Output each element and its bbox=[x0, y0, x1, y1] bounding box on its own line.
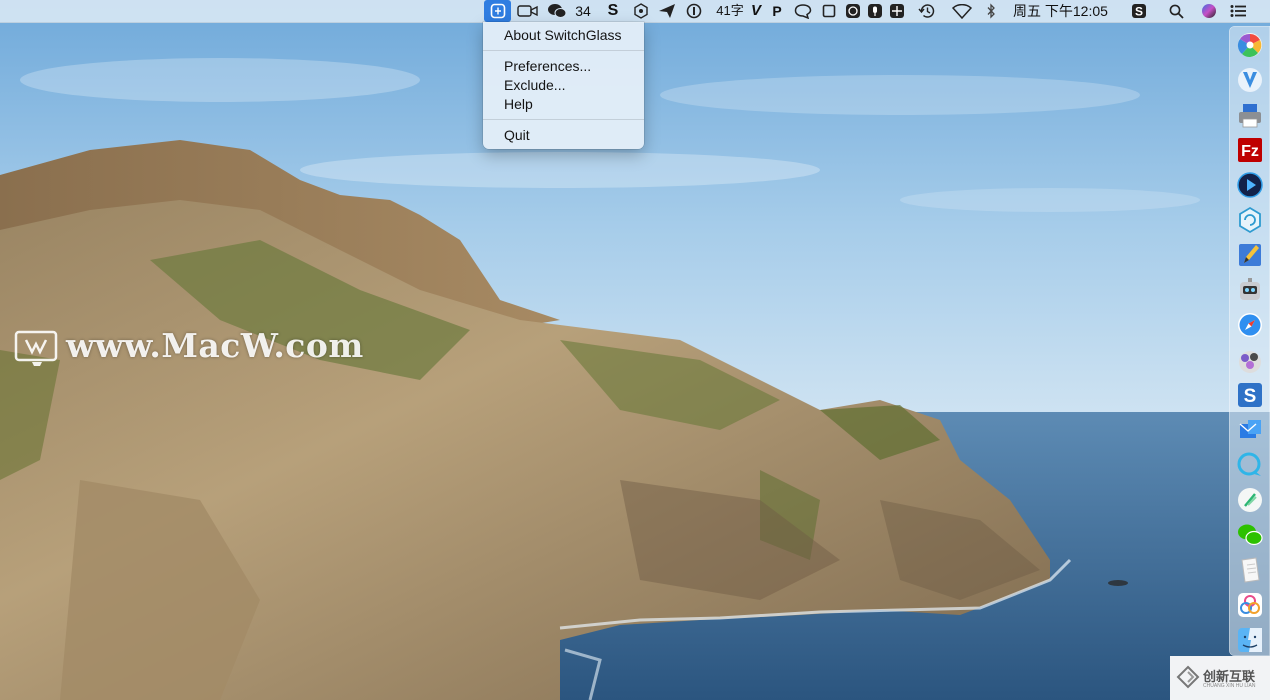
grid-app-icon[interactable] bbox=[887, 0, 907, 22]
p-app-icon[interactable]: P bbox=[769, 0, 785, 22]
pencil-app-icon[interactable] bbox=[1236, 241, 1264, 269]
wechat-count[interactable]: 34 bbox=[571, 0, 595, 22]
menu-item-about[interactable]: About SwitchGlass bbox=[504, 26, 622, 45]
brand-subtext: CHUANG XIN HU LIAN bbox=[1203, 683, 1256, 689]
pinwheel-app-icon[interactable] bbox=[1236, 31, 1264, 59]
safari-icon[interactable] bbox=[1236, 311, 1264, 339]
hexagon-app-icon[interactable] bbox=[631, 0, 651, 22]
document-app-icon[interactable] bbox=[1236, 556, 1264, 584]
time-machine-icon[interactable] bbox=[916, 0, 938, 22]
hexagon-refresh-icon[interactable] bbox=[1236, 206, 1264, 234]
menu-bar: 34 S 41字 V P 周五 下午12:05 S bbox=[0, 0, 1270, 23]
s-app-icon[interactable]: S bbox=[603, 0, 623, 22]
chat-app-icon[interactable] bbox=[1236, 451, 1264, 479]
facetime-camera-icon[interactable] bbox=[515, 0, 541, 22]
watermark-text: www.MacW.com bbox=[66, 326, 364, 365]
vectorize-app-icon[interactable] bbox=[1236, 66, 1264, 94]
svg-text:S: S bbox=[1135, 5, 1143, 19]
video-player-icon[interactable] bbox=[1236, 171, 1264, 199]
notification-center-icon[interactable] bbox=[1227, 0, 1249, 22]
siri-icon[interactable] bbox=[1199, 0, 1219, 22]
wifi-icon[interactable] bbox=[950, 0, 974, 22]
paper-plane-icon[interactable] bbox=[656, 0, 678, 22]
wechat-icon[interactable] bbox=[545, 0, 569, 22]
menu-item-quit[interactable]: Quit bbox=[504, 126, 530, 145]
svg-text:Fz: Fz bbox=[1241, 143, 1259, 160]
menu-item-preferences[interactable]: Preferences... bbox=[504, 57, 591, 76]
chat-bubble-icon[interactable] bbox=[792, 0, 814, 22]
brand-logo-icon bbox=[1176, 665, 1200, 689]
smile-app-icon[interactable] bbox=[843, 0, 863, 22]
dock: Fz S bbox=[1229, 26, 1270, 656]
menubar-clock[interactable]: 周五 下午12:05 bbox=[1013, 0, 1121, 22]
filezilla-icon[interactable]: Fz bbox=[1236, 136, 1264, 164]
bluetooth-icon[interactable] bbox=[982, 0, 1000, 22]
printer-app-icon[interactable] bbox=[1236, 101, 1264, 129]
switchglass-icon[interactable] bbox=[484, 0, 511, 22]
word-count[interactable]: 41字 bbox=[713, 0, 747, 22]
finder-icon[interactable] bbox=[1236, 626, 1264, 654]
sogou-s-icon[interactable]: S bbox=[1129, 0, 1149, 22]
s-app-icon[interactable]: S bbox=[1236, 381, 1264, 409]
spotlight-search-icon[interactable] bbox=[1166, 0, 1186, 22]
menu-item-help[interactable]: Help bbox=[504, 95, 533, 114]
macw-logo-icon bbox=[14, 330, 58, 366]
onepassword-icon[interactable] bbox=[683, 0, 705, 22]
microphone-icon[interactable] bbox=[865, 0, 885, 22]
menu-separator bbox=[483, 119, 644, 120]
switchglass-menu: About SwitchGlass Preferences... Exclude… bbox=[483, 22, 644, 149]
svg-text:S: S bbox=[1244, 386, 1257, 407]
vd-app-icon[interactable]: V bbox=[746, 0, 766, 22]
wechat-icon[interactable] bbox=[1236, 521, 1264, 549]
menu-separator bbox=[483, 50, 644, 51]
window-square-icon[interactable] bbox=[819, 0, 839, 22]
robot-app-icon[interactable] bbox=[1236, 276, 1264, 304]
mail-app-icon[interactable] bbox=[1236, 416, 1264, 444]
cluster-app-icon[interactable] bbox=[1236, 591, 1264, 619]
media-app-icon[interactable] bbox=[1236, 346, 1264, 374]
brand-watermark: 创新互联 CHUANG XIN HU LIAN bbox=[1170, 656, 1270, 700]
feather-app-icon[interactable] bbox=[1236, 486, 1264, 514]
menu-item-exclude[interactable]: Exclude... bbox=[504, 76, 565, 95]
